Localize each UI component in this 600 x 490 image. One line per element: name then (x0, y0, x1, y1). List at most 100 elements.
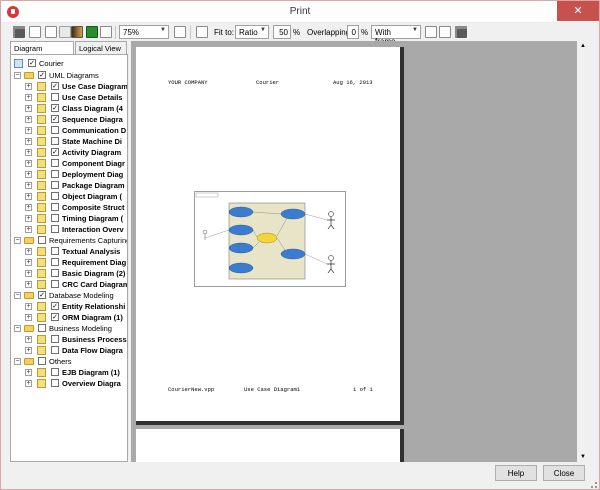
checkbox[interactable] (51, 247, 59, 255)
print-selection-icon[interactable] (59, 26, 71, 38)
expand-icon[interactable]: + (25, 347, 32, 354)
expand-icon[interactable]: + (25, 204, 32, 211)
tree-label: Component Diagr (62, 159, 125, 168)
collapse-icon[interactable]: − (14, 237, 21, 244)
checkbox[interactable]: ✓ (28, 59, 36, 67)
expand-icon[interactable]: + (25, 83, 32, 90)
expand-icon[interactable]: + (25, 259, 32, 266)
checkbox[interactable]: ✓ (51, 148, 59, 156)
checkbox[interactable] (51, 269, 59, 277)
checkbox[interactable] (38, 324, 46, 332)
expand-icon[interactable]: + (25, 270, 32, 277)
checkbox[interactable] (51, 203, 59, 211)
expand-icon[interactable]: + (25, 171, 32, 178)
checkbox[interactable] (38, 357, 46, 365)
checkbox[interactable] (51, 159, 59, 167)
checkbox[interactable]: ✓ (51, 313, 59, 321)
checkbox[interactable]: ✓ (51, 302, 59, 310)
fit-to-select[interactable]: Ratio ▼ (235, 25, 269, 39)
overlapping-input[interactable]: 0 (347, 25, 359, 39)
checkbox[interactable] (51, 258, 59, 266)
book-icon[interactable] (86, 26, 98, 38)
fit-to-label: Fit to: (214, 28, 235, 37)
checkbox[interactable] (51, 280, 59, 288)
checkbox[interactable] (51, 137, 59, 145)
preview-page: YOUR COMPANY Courier Aug 16, 2013 Courie… (136, 47, 404, 425)
expand-icon[interactable]: + (25, 149, 32, 156)
checkbox[interactable] (51, 181, 59, 189)
expand-icon[interactable]: + (25, 182, 32, 189)
help-button[interactable]: Help (495, 465, 537, 481)
expand-icon[interactable]: + (25, 336, 32, 343)
expand-icon[interactable]: + (25, 138, 32, 145)
preview-page-2 (136, 429, 404, 462)
collapse-icon[interactable]: − (14, 325, 21, 332)
checkbox[interactable] (51, 335, 59, 343)
checkbox[interactable] (51, 126, 59, 134)
diagram-icon (37, 192, 46, 201)
checkbox[interactable] (51, 93, 59, 101)
checkbox[interactable] (51, 192, 59, 200)
fit-to-icon[interactable] (196, 26, 208, 38)
zoom-select[interactable]: 75% ▼ (119, 25, 169, 39)
page-layout-icon[interactable] (45, 26, 57, 38)
print-preview[interactable]: YOUR COMPANY Courier Aug 16, 2013 Courie… (131, 41, 588, 462)
diagram-icon (37, 170, 46, 179)
expand-icon[interactable]: + (25, 160, 32, 167)
diagram-icon (37, 93, 46, 102)
window-close-button[interactable]: ✕ (557, 1, 599, 21)
ratio-input[interactable]: 50 (273, 25, 291, 39)
expand-icon[interactable]: + (25, 281, 32, 288)
expand-icon[interactable]: + (25, 303, 32, 310)
vertical-scrollbar[interactable]: ▲ ▼ (577, 41, 588, 462)
tab-logical-view[interactable]: Logical View (75, 41, 127, 54)
expand-icon[interactable]: + (25, 248, 32, 255)
expand-icon[interactable]: + (25, 314, 32, 321)
collapse-icon[interactable]: − (14, 358, 21, 365)
checkbox[interactable] (38, 236, 46, 244)
fit-page-icon[interactable] (174, 26, 186, 38)
checkbox[interactable]: ✓ (51, 115, 59, 123)
document-icon[interactable] (100, 26, 112, 38)
checkbox[interactable] (51, 170, 59, 178)
navigator-panel: Diagram Navigator Logical View ✓ Courier… (10, 41, 128, 462)
collapse-icon[interactable]: − (14, 72, 21, 79)
expand-icon[interactable]: + (25, 105, 32, 112)
diagram-icon (37, 313, 46, 322)
checkbox[interactable]: ✓ (38, 71, 46, 79)
checkbox[interactable] (51, 368, 59, 376)
diagram-icon (37, 368, 46, 377)
color-mode-icon[interactable] (71, 26, 83, 38)
scroll-down-icon[interactable]: ▼ (580, 454, 586, 460)
checkbox[interactable] (51, 379, 59, 387)
checkbox[interactable] (51, 346, 59, 354)
checkbox[interactable]: ✓ (51, 104, 59, 112)
tree-label: Overview Diagra (62, 379, 121, 388)
diagram-icon (37, 148, 46, 157)
checkbox[interactable]: ✓ (38, 291, 46, 299)
diagram-icon (37, 82, 46, 91)
expand-icon[interactable]: + (25, 215, 32, 222)
expand-icon[interactable]: + (25, 226, 32, 233)
expand-icon[interactable]: + (25, 127, 32, 134)
collapse-icon[interactable]: − (14, 292, 21, 299)
expand-icon[interactable]: + (25, 380, 32, 387)
portrait-icon[interactable] (425, 26, 437, 38)
printer-settings-icon[interactable] (455, 26, 467, 38)
close-button[interactable]: Close (543, 465, 585, 481)
frame-select[interactable]: With frame ▼ (371, 25, 421, 46)
checkbox[interactable] (51, 214, 59, 222)
tab-diagram-navigator[interactable]: Diagram Navigator (10, 41, 74, 62)
page-setup-icon[interactable] (29, 26, 41, 38)
expand-icon[interactable]: + (25, 369, 32, 376)
checkbox[interactable]: ✓ (51, 82, 59, 90)
scroll-up-icon[interactable]: ▲ (580, 43, 586, 49)
landscape-icon[interactable] (439, 26, 451, 38)
diagram-icon (37, 137, 46, 146)
expand-icon[interactable]: + (25, 193, 32, 200)
resize-grip-icon[interactable] (591, 482, 597, 488)
expand-icon[interactable]: + (25, 116, 32, 123)
checkbox[interactable] (51, 225, 59, 233)
expand-icon[interactable]: + (25, 94, 32, 101)
print-icon[interactable] (13, 26, 25, 38)
